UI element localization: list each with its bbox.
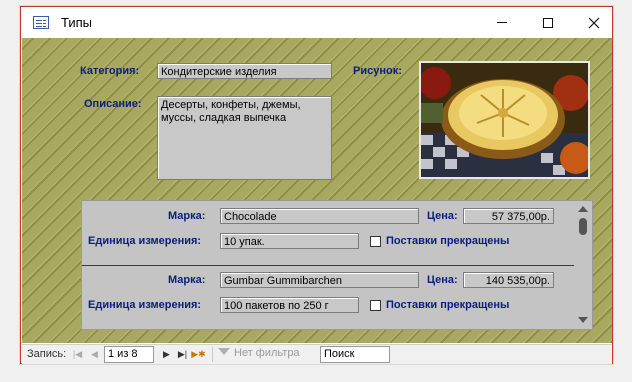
next-record-icon[interactable]: ▶ bbox=[160, 347, 173, 362]
description-field[interactable]: Десерты, конфеты, джемы, муссы, сладкая … bbox=[157, 96, 332, 180]
search-input[interactable]: Поиск bbox=[320, 346, 390, 363]
price-label: Цена: bbox=[427, 274, 458, 286]
unit-field[interactable]: 100 пакетов по 250 г bbox=[220, 297, 359, 313]
brand-field[interactable]: Chocolade bbox=[220, 208, 419, 224]
last-record-icon[interactable]: ▶| bbox=[176, 347, 189, 362]
form-icon bbox=[33, 16, 49, 29]
product-record: Марка: Chocolade Цена: 57 375,00р. Едини… bbox=[82, 201, 574, 265]
filter-status[interactable]: Нет фильтра bbox=[234, 347, 300, 359]
pie-image[interactable] bbox=[419, 61, 590, 179]
record-position-field[interactable]: 1 из 8 bbox=[104, 346, 154, 363]
close-icon bbox=[588, 17, 600, 28]
brand-label: Марка: bbox=[168, 274, 206, 286]
price-label: Цена: bbox=[427, 210, 458, 222]
category-field[interactable]: Кондитерские изделия bbox=[157, 63, 332, 79]
new-record-icon[interactable]: ▶✱ bbox=[191, 347, 205, 362]
subform-scrollbar[interactable] bbox=[574, 201, 592, 329]
pie-photo-icon bbox=[421, 63, 588, 177]
record-navigation-bar: Запись: |◀ ◀ 1 из 8 ▶ ▶| ▶✱ Нет фильтра … bbox=[22, 344, 612, 364]
brand-field[interactable]: Gumbar Gummibarchen bbox=[220, 272, 419, 288]
scroll-up-icon[interactable] bbox=[578, 206, 588, 212]
scroll-thumb[interactable] bbox=[579, 218, 587, 235]
scroll-down-icon[interactable] bbox=[578, 317, 588, 323]
unit-label: Единица измерения: bbox=[88, 299, 202, 311]
products-subform: Марка: Chocolade Цена: 57 375,00р. Едини… bbox=[81, 200, 593, 330]
close-button[interactable] bbox=[571, 7, 617, 38]
maximize-icon bbox=[543, 17, 553, 28]
price-field[interactable]: 140 535,00р. bbox=[463, 272, 554, 288]
price-field[interactable]: 57 375,00р. bbox=[463, 208, 554, 224]
description-label: Описание: bbox=[84, 98, 142, 110]
discontinued-checkbox[interactable] bbox=[370, 300, 381, 311]
picture-label: Рисунок: bbox=[353, 65, 402, 77]
title-bar[interactable]: Типы bbox=[21, 7, 612, 38]
previous-record-icon[interactable]: ◀ bbox=[88, 347, 101, 362]
form-body: Категория: Кондитерские изделия Описание… bbox=[22, 38, 612, 343]
window-title: Типы bbox=[61, 15, 93, 30]
discontinued-label: Поставки прекращены bbox=[386, 235, 510, 247]
nav-divider bbox=[212, 347, 213, 362]
maximize-button[interactable] bbox=[525, 7, 571, 38]
form-window: Типы Категория: Кондитерские изделия Опи… bbox=[20, 6, 613, 364]
product-record: Марка: Gumbar Gummibarchen Цена: 140 535… bbox=[82, 266, 574, 330]
category-label: Категория: bbox=[80, 65, 140, 77]
unit-label: Единица измерения: bbox=[88, 235, 202, 247]
discontinued-label: Поставки прекращены bbox=[386, 299, 510, 311]
record-label: Запись: bbox=[27, 348, 67, 360]
unit-field[interactable]: 10 упак. bbox=[220, 233, 359, 249]
minimize-icon bbox=[497, 22, 507, 23]
brand-label: Марка: bbox=[168, 210, 206, 222]
first-record-icon[interactable]: |◀ bbox=[71, 347, 84, 362]
minimize-button[interactable] bbox=[479, 7, 525, 38]
discontinued-checkbox[interactable] bbox=[370, 236, 381, 247]
filter-icon bbox=[218, 348, 230, 355]
